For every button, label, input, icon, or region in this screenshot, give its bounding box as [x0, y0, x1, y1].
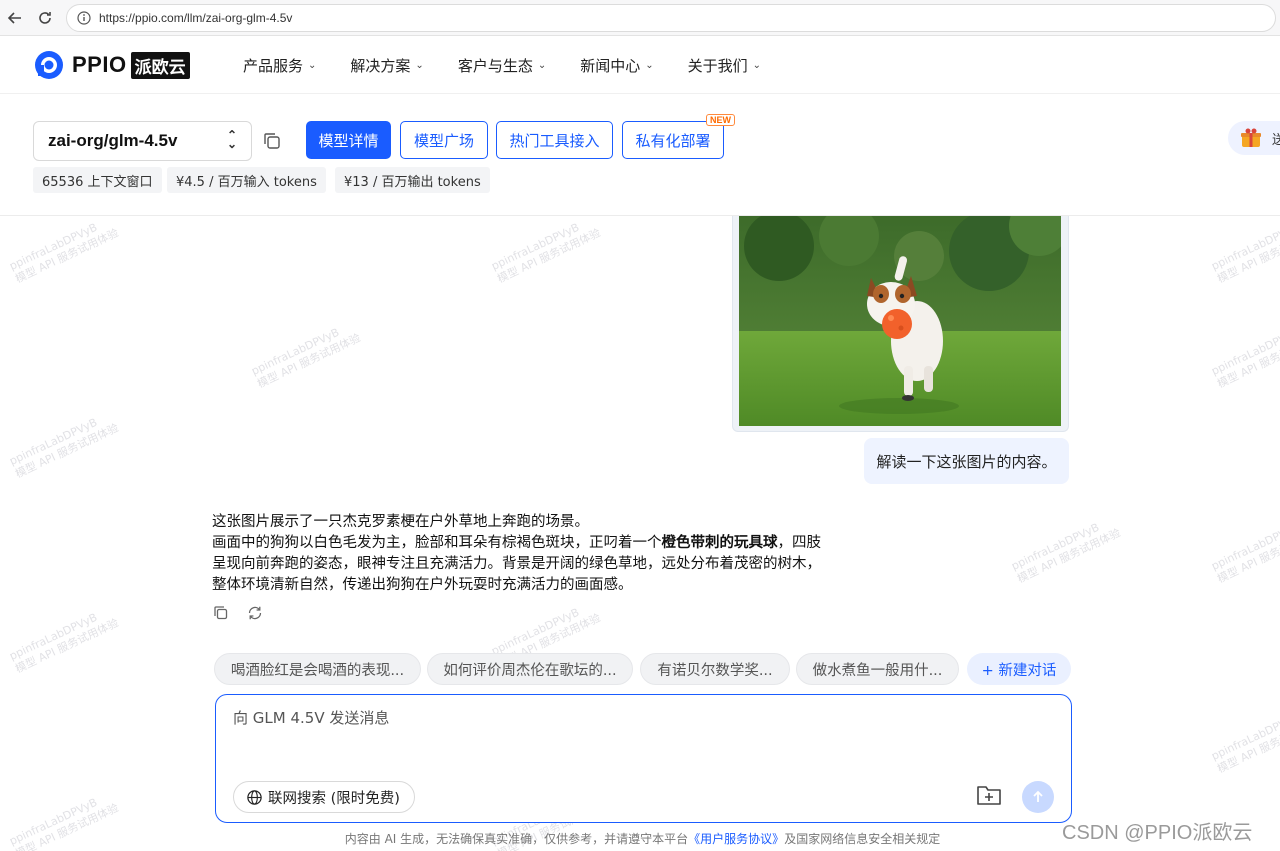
- answer-actions: [212, 604, 280, 622]
- watermark: ppinfraLabDPVyB模型 API 服务试用体验: [1209, 520, 1280, 586]
- send-button[interactable]: [1022, 781, 1054, 813]
- suggestion-chip[interactable]: 做水煮鱼一般用什...: [796, 653, 959, 685]
- chevron-down-icon: ⌄: [537, 59, 547, 71]
- gift-promo-button[interactable]: 送: [1228, 121, 1280, 155]
- suggestion-chip[interactable]: 如何评价周杰伦在歌坛的...: [427, 653, 633, 685]
- ppio-logo[interactable]: PPIO 派欧云: [34, 50, 190, 80]
- nav-item-news[interactable]: 新闻中心 ⌄: [580, 55, 653, 76]
- site-info-icon[interactable]: [75, 9, 93, 27]
- new-chat-button[interactable]: + 新建对话: [967, 653, 1071, 685]
- main-nav: 产品服务 ⌄ 解决方案 ⌄ 客户与生态 ⌄ 新闻中心 ⌄ 关于我们 ⌄: [243, 36, 795, 94]
- gift-label: 送: [1272, 132, 1280, 148]
- browser-toolbar: https://ppio.com/llm/zai-org-glm-4.5v: [0, 0, 1280, 36]
- dog-photo[interactable]: [739, 216, 1061, 426]
- context-window-chip: 65536 上下文窗口: [33, 167, 162, 193]
- nav-label: 客户与生态: [457, 56, 533, 75]
- chevron-updown-icon: ⌃ ⌄: [226, 128, 237, 151]
- watermark: ppinfraLabDPVyB模型 API 服务试用体验: [1009, 520, 1123, 586]
- reload-icon[interactable]: [30, 3, 60, 33]
- answer-paragraph-2: 画面中的狗狗以白色毛发为主，脸部和耳朵有棕褐色斑块，正叼着一个橙色带刺的玩具球，…: [212, 535, 821, 593]
- nav-label: 解决方案: [350, 56, 411, 75]
- message-input[interactable]: [233, 706, 1033, 730]
- upload-folder-icon[interactable]: [976, 783, 1002, 807]
- tab-model-square[interactable]: 模型广场: [400, 121, 488, 159]
- answer-paragraph-1: 这张图片展示了一只杰克罗素梗在户外草地上奔跑的场景。: [212, 514, 589, 530]
- chevron-down-icon: ⌄: [308, 59, 317, 71]
- nav-label: 新闻中心: [580, 56, 641, 75]
- chevron-down-icon: ⌄: [752, 59, 762, 71]
- tab-tool-integration[interactable]: 热门工具接入: [496, 121, 613, 159]
- nav-label: 产品服务: [243, 56, 304, 75]
- copy-icon[interactable]: [262, 131, 282, 151]
- nav-item-solutions[interactable]: 解决方案 ⌄: [350, 55, 423, 76]
- csdn-watermark: CSDN @PPIO派欧云: [1062, 822, 1253, 844]
- model-name: zai-org/glm-4.5v: [48, 131, 178, 150]
- web-search-label: 联网搜索 (限时免费): [268, 790, 400, 807]
- nav-item-about[interactable]: 关于我们 ⌄: [688, 55, 761, 76]
- nav-item-ecosystem[interactable]: 客户与生态 ⌄: [458, 55, 546, 76]
- input-price-chip: ¥4.5 / 百万输入 tokens: [167, 167, 326, 193]
- suggestion-chip[interactable]: 喝酒脸红是会喝酒的表现...: [214, 653, 421, 685]
- user-message-bubble: 解读一下这张图片的内容。: [864, 438, 1069, 484]
- globe-icon: [247, 789, 262, 805]
- logo-text: PPIO: [72, 52, 127, 77]
- back-icon[interactable]: [0, 3, 30, 33]
- user-agreement-link[interactable]: 《用户服务协议》: [688, 832, 784, 846]
- watermark: ppinfraLabDPVyB模型 API 服务试用体验: [7, 220, 121, 286]
- message-composer: 联网搜索 (限时免费): [215, 694, 1072, 823]
- tab-model-details[interactable]: 模型详情: [306, 121, 391, 159]
- arrow-up-icon: [1033, 790, 1043, 802]
- model-bar: zai-org/glm-4.5v ⌃ ⌄ 模型详情 模型广场 热门工具接入 私有化…: [0, 95, 1280, 216]
- assistant-answer: 这张图片展示了一只杰克罗素梗在户外草地上奔跑的场景。 画面中的狗狗以白色毛发为主…: [212, 512, 822, 596]
- watermark: ppinfraLabDPVyB模型 API 服务试用体验: [1209, 220, 1280, 286]
- tab-private-deploy[interactable]: 私有化部署: [622, 121, 724, 159]
- copy-icon[interactable]: [212, 604, 230, 622]
- output-price-chip: ¥13 / 百万输出 tokens: [335, 167, 490, 193]
- chat-area: ppinfraLabDPVyB 模型 API 服务试用体验 ppinfraLabD…: [0, 216, 1280, 851]
- model-selector[interactable]: zai-org/glm-4.5v ⌃ ⌄: [33, 121, 252, 161]
- address-bar[interactable]: https://ppio.com/llm/zai-org-glm-4.5v: [66, 3, 1276, 32]
- watermark: ppinfraLabDPVyB模型 API 服务试用体验: [1209, 710, 1280, 776]
- chevron-down-icon: ⌄: [415, 59, 424, 71]
- suggestion-chip[interactable]: 有诺贝尔数学奖...: [640, 653, 790, 685]
- regenerate-icon[interactable]: [246, 604, 264, 622]
- logo-cn-text: 派欧云: [130, 51, 190, 79]
- url-text: https://ppio.com/llm/zai-org-glm-4.5v: [99, 10, 293, 25]
- user-image-message: [732, 216, 1069, 432]
- ppio-logo-icon: [35, 51, 63, 79]
- nav-label: 关于我们: [687, 56, 748, 75]
- watermark: ppinfraLabDPVyB模型 API 服务试用体验: [1209, 325, 1280, 391]
- new-badge: NEW: [706, 114, 735, 126]
- nav-item-products[interactable]: 产品服务 ⌄: [243, 55, 316, 76]
- watermark: ppinfraLabDPVyB模型 API 服务试用体验: [489, 220, 603, 286]
- web-search-toggle[interactable]: 联网搜索 (限时免费): [233, 781, 415, 813]
- chevron-down-icon: ⌄: [645, 59, 654, 71]
- answer-highlight: 橙色带刺的玩具球: [661, 535, 778, 551]
- gift-icon: [1241, 128, 1261, 147]
- site-header: PPIO 派欧云 产品服务 ⌄ 解决方案 ⌄ 客户与生态 ⌄ 新闻中心 ⌄ 关于我们 ⌄: [0, 36, 1280, 94]
- watermark: ppinfraLabDPVyB模型 API 服务试用体验: [7, 610, 121, 676]
- watermark: ppinfraLabDPVyB模型 API 服务试用体验: [7, 415, 121, 481]
- watermark: ppinfraLabDPVyB模型 API 服务试用体验: [249, 325, 363, 391]
